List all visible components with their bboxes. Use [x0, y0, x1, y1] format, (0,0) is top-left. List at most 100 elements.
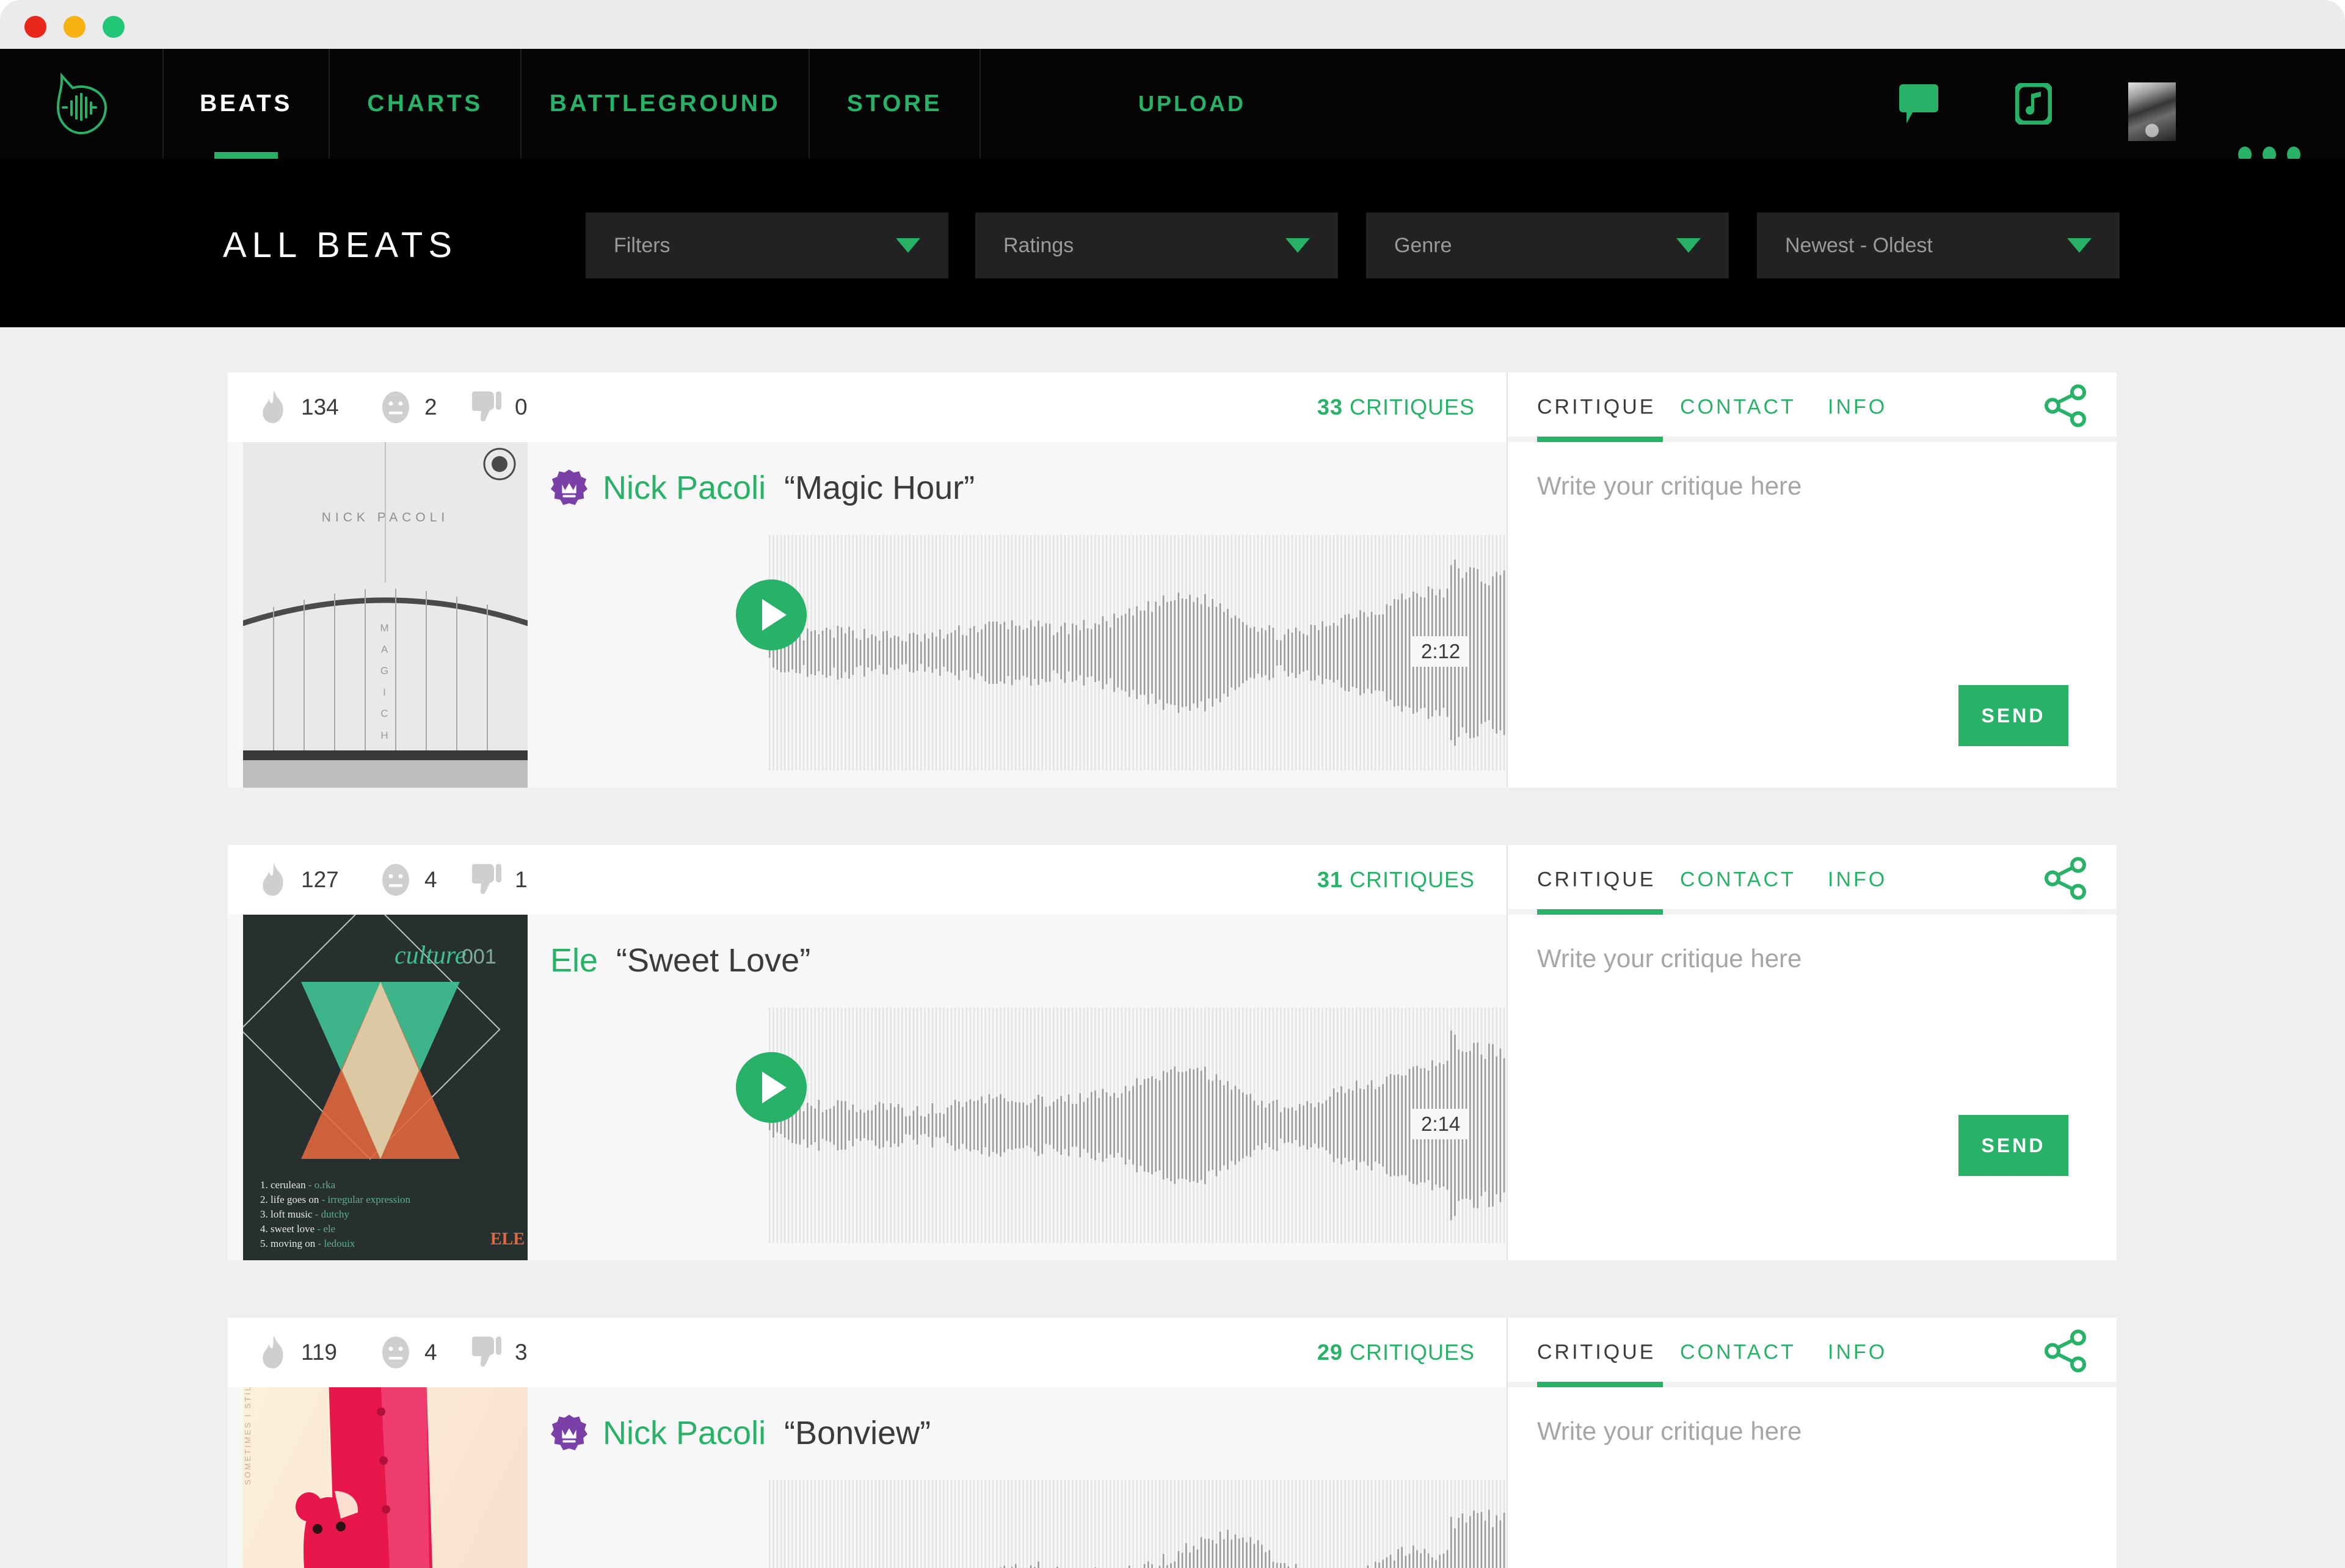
upload-button[interactable]: UPLOAD	[1138, 49, 1246, 159]
tab-info-label: INFO	[1828, 1340, 1888, 1364]
stat-neutral-count: 4	[424, 1340, 437, 1365]
magic-hour-cover: NICK PACOLI MAG IC H	[243, 442, 528, 788]
filters-dropdown[interactable]: Filters	[586, 212, 948, 278]
waveform-bars	[769, 1480, 1505, 1568]
tab-info[interactable]: INFO	[1828, 868, 1887, 892]
track-artist[interactable]: Ele	[550, 942, 598, 979]
tab-contact-label: CONTACT	[1680, 868, 1796, 891]
tab-contact[interactable]: CONTACT	[1680, 868, 1796, 892]
tab-critique-label: CRITIQUE	[1537, 1340, 1656, 1364]
chevron-down-icon	[896, 238, 920, 253]
tab-contact[interactable]: CONTACT	[1680, 396, 1796, 419]
message-icon	[1899, 84, 1938, 123]
beat-stats-row: 134 2 0 33 CRITIQUES	[228, 372, 1507, 442]
track-artist[interactable]: Nick Pacoli	[603, 1414, 766, 1452]
tab-info-label: INFO	[1828, 395, 1888, 419]
beat-player: culture 001 1. cerulean - o.rka 2. life …	[228, 915, 1507, 1260]
panel-tabs: CRITIQUE CONTACT INFO	[1508, 845, 2117, 915]
stat-fire[interactable]: 134	[260, 390, 339, 424]
waveform[interactable]	[768, 1479, 1507, 1568]
svg-text:A: A	[381, 644, 390, 655]
thumbs-down-icon	[472, 864, 501, 895]
nav-item-store[interactable]: STORE	[810, 49, 981, 159]
stat-down-count: 1	[515, 867, 528, 892]
album-artwork[interactable]: culture 001 1. cerulean - o.rka 2. life …	[243, 915, 528, 1260]
stat-fire[interactable]: 119	[260, 1335, 337, 1370]
nav-item-beats[interactable]: BEATS	[164, 49, 330, 159]
stat-thumbs-down[interactable]: 1	[472, 863, 528, 897]
tab-contact[interactable]: CONTACT	[1680, 1341, 1796, 1365]
send-button[interactable]: SEND	[1958, 685, 2068, 746]
svg-text:3. loft music - dutchy: 3. loft music - dutchy	[260, 1208, 349, 1220]
share-button[interactable]	[2045, 1329, 2087, 1376]
thumbs-down-icon	[472, 1337, 501, 1367]
tab-critique[interactable]: CRITIQUE	[1537, 396, 1656, 419]
stat-thumbs-down[interactable]: 0	[472, 390, 528, 424]
sort-dropdown[interactable]: Newest - Oldest	[1757, 212, 2120, 278]
play-button[interactable]	[736, 579, 807, 650]
window-close-button[interactable]	[24, 16, 46, 38]
nav-active-underline	[214, 152, 278, 159]
track-name: “Magic Hour”	[784, 470, 975, 506]
play-button[interactable]	[736, 1052, 807, 1123]
tab-critique[interactable]: CRITIQUE	[1537, 1341, 1656, 1365]
beat-card: 127 4 1 31 CRITIQUES culture 001 1. ceru…	[228, 845, 2117, 1260]
critique-panel: CRITIQUE CONTACT INFO Write your critiqu…	[1507, 1318, 2117, 1568]
stat-neutral[interactable]: 4	[380, 1335, 437, 1370]
messages-button[interactable]	[1899, 49, 1938, 159]
waveform[interactable]	[768, 534, 1507, 772]
track-artist[interactable]: Nick Pacoli	[603, 469, 766, 507]
top-navbar: BEATS CHARTS BATTLEGROUND STORE UPLOAD	[0, 49, 2345, 162]
window-minimize-button[interactable]	[64, 16, 85, 38]
stat-neutral[interactable]: 4	[380, 863, 437, 897]
critiques-count[interactable]: 29 CRITIQUES	[1317, 1340, 1475, 1365]
critiques-count[interactable]: 31 CRITIQUES	[1317, 867, 1475, 893]
send-button[interactable]: SEND	[1958, 1115, 2068, 1176]
brand-logo[interactable]	[0, 49, 164, 159]
album-artwork[interactable]: SOMETIMES I STILL SIT AND REMINISCE	[243, 1387, 528, 1568]
tab-critique-label: CRITIQUE	[1537, 868, 1656, 891]
nav-item-battleground[interactable]: BATTLEGROUND	[522, 49, 810, 159]
stat-neutral-count: 2	[424, 394, 437, 419]
svg-text:SOMETIMES I STILL SIT AND REMI: SOMETIMES I STILL SIT AND REMINISCE	[243, 1387, 252, 1485]
critique-panel: CRITIQUE CONTACT INFO Write your critiqu…	[1507, 372, 2117, 788]
nav-label-battleground: BATTLEGROUND	[549, 90, 781, 117]
window-maximize-button[interactable]	[103, 16, 125, 38]
beat-card-main: 127 4 1 31 CRITIQUES culture 001 1. ceru…	[228, 845, 1507, 1260]
fire-icon	[263, 390, 283, 423]
critique-panel: CRITIQUE CONTACT INFO Write your critiqu…	[1507, 845, 2117, 1260]
share-icon	[2045, 1329, 2086, 1373]
album-artwork[interactable]: NICK PACOLI MAG IC H	[243, 442, 528, 788]
genre-dropdown[interactable]: Genre	[1366, 212, 1729, 278]
music-library-button[interactable]	[2015, 49, 2052, 159]
stat-neutral[interactable]: 2	[380, 390, 437, 424]
fire-icon	[263, 863, 283, 896]
stat-thumbs-down[interactable]: 3	[472, 1335, 528, 1370]
svg-text:1. cerulean - o.rka: 1. cerulean - o.rka	[260, 1179, 336, 1191]
svg-text:ELE: ELE	[490, 1230, 525, 1249]
share-button[interactable]	[2045, 384, 2087, 430]
share-button[interactable]	[2045, 857, 2087, 903]
stat-neutral-count: 4	[424, 867, 437, 892]
tab-info[interactable]: INFO	[1828, 1341, 1887, 1365]
play-icon	[762, 599, 787, 631]
nav-label-beats: BEATS	[200, 90, 293, 117]
critique-input-area[interactable]: Write your critique here SEND	[1508, 915, 2117, 1260]
stat-fire-count: 119	[301, 1340, 337, 1365]
waveform[interactable]	[768, 1006, 1507, 1244]
chevron-down-icon	[2067, 238, 2092, 253]
critique-input-area[interactable]: Write your critique here SEND	[1508, 442, 2117, 788]
critiques-number: 29	[1317, 1340, 1343, 1365]
beat-player: NICK PACOLI MAG IC H Nick Pacoli “Magic …	[228, 442, 1507, 788]
stat-fire[interactable]: 127	[260, 863, 339, 897]
ratings-dropdown[interactable]: Ratings	[975, 212, 1338, 278]
music-note-icon	[2015, 83, 2052, 125]
critique-input-area[interactable]: Write your critique here	[1508, 1387, 2117, 1568]
tab-critique-label: CRITIQUE	[1537, 395, 1656, 419]
critiques-count[interactable]: 33 CRITIQUES	[1317, 394, 1475, 420]
avatar[interactable]	[2128, 82, 2176, 141]
svg-text:C: C	[380, 708, 390, 719]
nav-item-charts[interactable]: CHARTS	[330, 49, 522, 159]
tab-critique[interactable]: CRITIQUE	[1537, 868, 1656, 892]
tab-info[interactable]: INFO	[1828, 396, 1887, 419]
